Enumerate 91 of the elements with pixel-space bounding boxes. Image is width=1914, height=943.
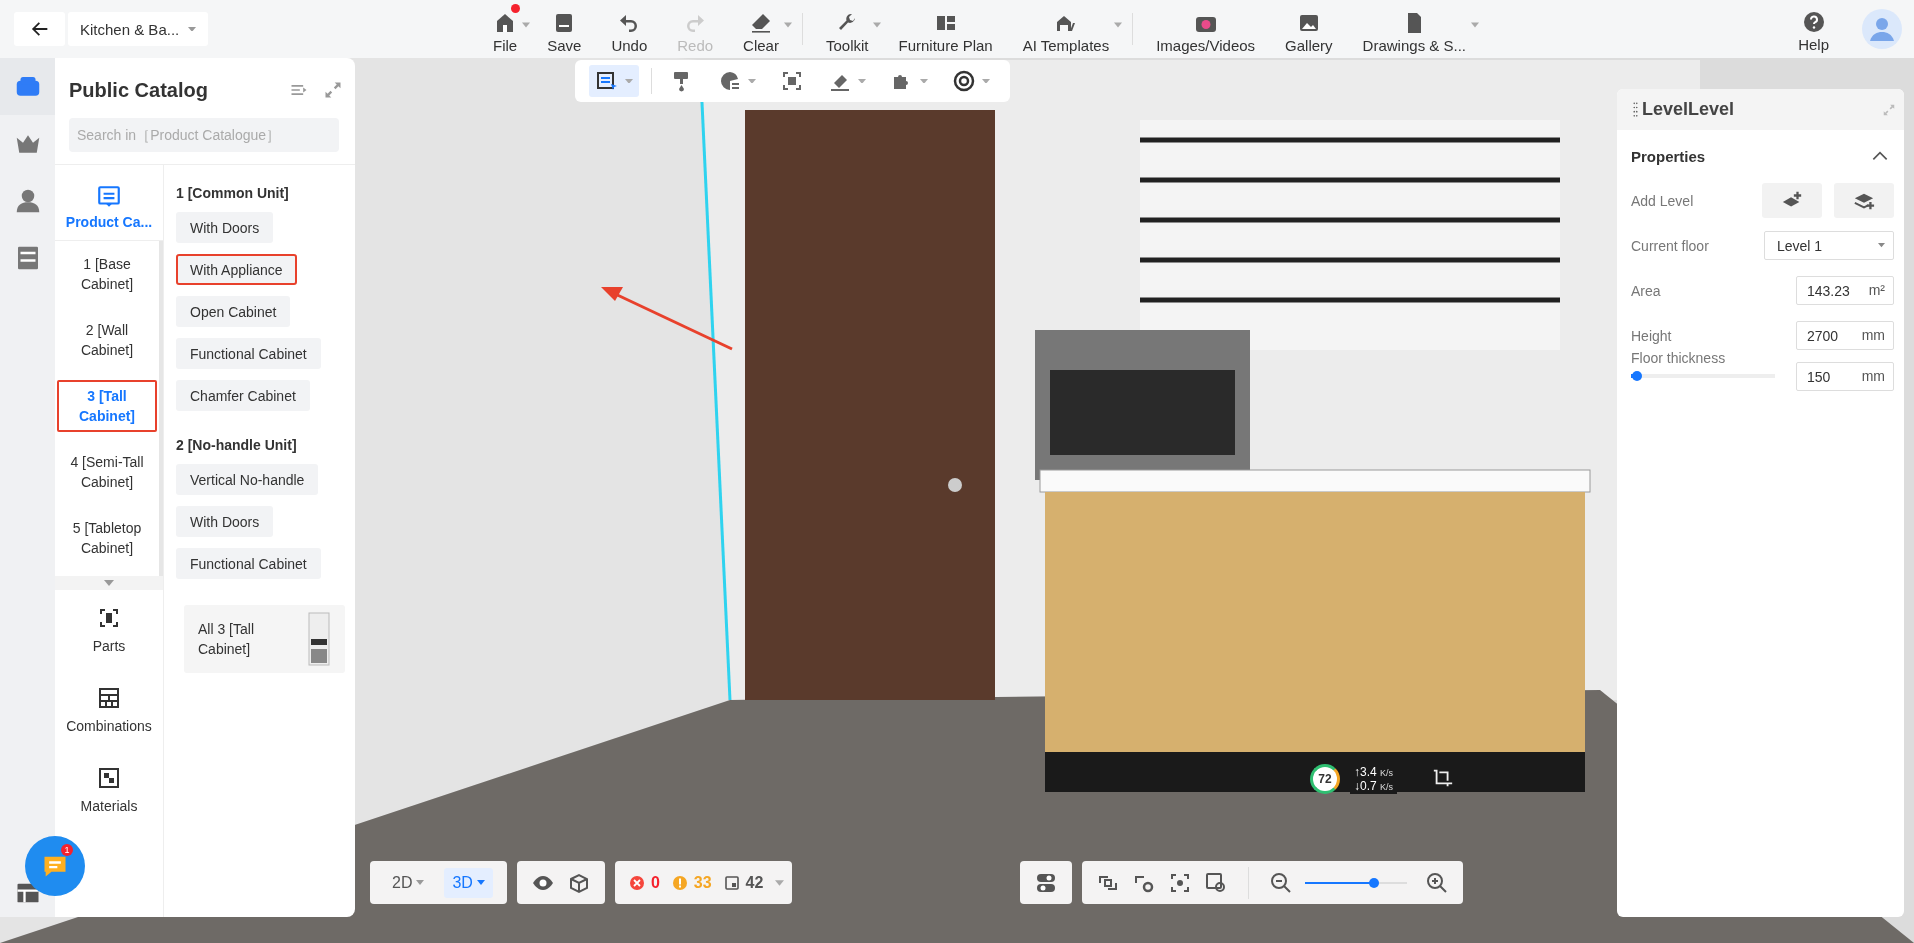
filter-chip[interactable]: With Appliance — [176, 254, 297, 285]
toolbar-button[interactable]: File — [478, 6, 533, 54]
caret-icon — [1471, 22, 1479, 28]
filter-chip[interactable]: Chamfer Cabinet — [176, 380, 310, 411]
grid-icon — [97, 686, 121, 710]
field-label: Area — [1631, 282, 1661, 299]
download-speed: ↓0.7 K/s — [1354, 779, 1394, 793]
panel-title: Public Catalog — [69, 78, 209, 102]
toolbar-button[interactable]: Undo — [596, 6, 663, 54]
window-blinds-drawing[interactable] — [1140, 120, 1560, 350]
field-label: Current floor — [1631, 237, 1709, 254]
object-icon — [723, 874, 740, 891]
caret-icon — [625, 78, 633, 84]
add-level-button[interactable] — [1834, 183, 1894, 218]
filter-chip[interactable]: Functional Cabinet — [176, 548, 321, 579]
catalog-tab[interactable]: Parts — [55, 590, 163, 670]
warning-icon — [671, 874, 688, 891]
field-label: Height — [1631, 327, 1672, 344]
field-label: Add Level — [1631, 192, 1694, 209]
notification-dot — [511, 4, 521, 13]
search-field[interactable]: Search in［Product Catalogue］ — [69, 118, 339, 152]
view-mode-button[interactable]: 2D — [384, 867, 433, 898]
caret-down-icon[interactable] — [104, 580, 114, 586]
project-dropdown[interactable]: Kitchen & Ba... — [68, 12, 208, 46]
category-item[interactable]: 3 [Tall Cabinet] — [57, 380, 157, 432]
cabinet-drawing[interactable] — [1045, 492, 1585, 792]
caret-icon — [748, 78, 756, 84]
add-level-button[interactable] — [1762, 183, 1822, 218]
caret-icon — [188, 26, 196, 32]
help-icon — [1801, 10, 1826, 34]
caret-icon — [1878, 243, 1885, 248]
warning-count: 33 — [693, 873, 712, 892]
view-mode-button[interactable]: 3D — [444, 867, 493, 898]
caret-icon — [982, 78, 990, 84]
back-button[interactable] — [14, 12, 65, 46]
field-label: Floor thickness — [1631, 350, 1727, 366]
category-item[interactable]: 5 [Tabletop Cabinet] — [57, 512, 157, 564]
category-item[interactable]: 1 [Base Cabinet] — [57, 248, 157, 300]
caret-icon — [416, 880, 425, 885]
palette-icon — [718, 69, 742, 93]
eraser-icon — [749, 11, 773, 35]
toolbar-button[interactable]: Drawings & S... — [1347, 6, 1481, 54]
caret-icon — [873, 22, 882, 28]
toolbar-button[interactable]: AI Templates — [1007, 6, 1125, 54]
floor-dropdown[interactable]: Level 1 — [1764, 231, 1894, 260]
notification-badge: 1 — [61, 844, 73, 856]
unit-label: m² — [1868, 282, 1885, 298]
help-button[interactable]: Help — [1783, 5, 1844, 53]
error-count: 0 — [650, 873, 660, 892]
dashed-frame-icon — [97, 606, 121, 630]
object-count: 42 — [745, 873, 764, 892]
toolbar-button[interactable]: Images/Videos — [1141, 6, 1271, 54]
sidebar-button[interactable] — [0, 58, 55, 115]
unit-label: mm — [1861, 368, 1885, 384]
issues-toolbar[interactable]: 0 33 42 — [614, 861, 793, 904]
filter-chip[interactable]: With Doors — [176, 212, 274, 243]
upload-speed: ↑3.4 K/s — [1354, 765, 1394, 779]
toolbar-button[interactable]: Clear — [728, 6, 794, 54]
caret-icon — [783, 22, 792, 28]
group-heading: 2 [No-handle Unit] — [176, 437, 297, 453]
caret-icon — [522, 22, 531, 28]
panel-title: LevelLevel — [1642, 99, 1736, 120]
category-item[interactable]: 2 [Wall Cabinet] — [57, 314, 157, 366]
drag-handle-icon[interactable] — [1633, 100, 1638, 119]
oven-drawing[interactable] — [1035, 330, 1250, 480]
caret-icon — [1114, 22, 1123, 28]
caret-icon — [476, 880, 485, 885]
toolbar-button[interactable]: Save — [532, 6, 597, 54]
catalog-tab[interactable]: Product Ca... — [55, 173, 163, 241]
category-item[interactable]: 4 [Semi-Tall Cabinet] — [57, 446, 157, 498]
error-icon — [628, 874, 645, 891]
section-heading: Properties — [1631, 147, 1707, 165]
caret-icon — [858, 78, 866, 84]
ring-icon — [952, 69, 976, 93]
group-heading: 1 [Common Unit] — [176, 185, 289, 201]
catalog-tab[interactable]: Combinations — [55, 670, 163, 750]
material-swatch-icon — [97, 766, 121, 790]
expand-icon[interactable] — [323, 80, 343, 100]
frame-select-icon — [780, 69, 804, 93]
catalog-tab[interactable]: Materials — [55, 750, 163, 830]
filter-chip[interactable]: Vertical No-handle — [176, 464, 319, 495]
caret-icon — [920, 78, 928, 84]
toolbar-button[interactable]: Gallery — [1270, 6, 1348, 54]
unit-label: mm — [1861, 327, 1885, 343]
filter-chip[interactable]: Open Cabinet — [176, 296, 291, 327]
filter-chip[interactable]: With Doors — [176, 506, 274, 537]
product-card[interactable]: All 3 [Tall Cabinet] — [184, 605, 345, 673]
toolbar-button[interactable]: Furniture Plan — [883, 6, 1008, 54]
tool-button[interactable] — [589, 65, 639, 97]
toolbar-button[interactable]: Toolkit — [810, 6, 884, 54]
filter-chip[interactable]: Functional Cabinet — [176, 338, 321, 369]
